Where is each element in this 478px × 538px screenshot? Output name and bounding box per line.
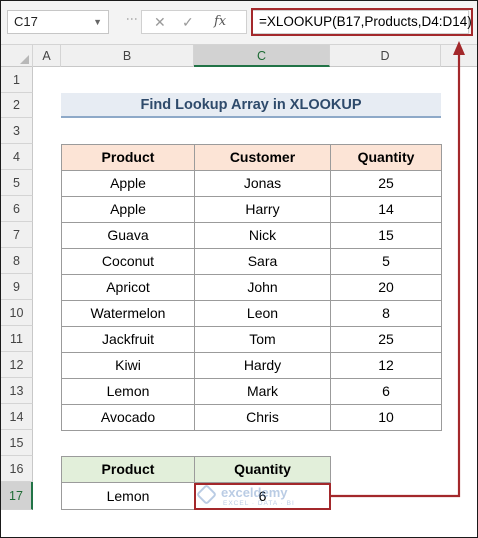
name-box[interactable]: C17 ▼ <box>7 10 109 34</box>
row-header-1[interactable]: 1 <box>1 67 33 93</box>
table-cell-quantity[interactable]: 20 <box>330 274 442 301</box>
lookup-product-cell[interactable]: Lemon <box>61 482 195 510</box>
table-cell-customer[interactable]: Mark <box>194 378 331 405</box>
row-header-13[interactable]: 13 <box>1 378 33 404</box>
table-cell-customer[interactable]: Tom <box>194 326 331 353</box>
row-header-12[interactable]: 12 <box>1 352 33 378</box>
formula-bar: C17 ▼ ⋮ ✕ ✓ fx =XLOOKUP(B17,Products,D4:… <box>1 1 477 45</box>
table-cell-product[interactable]: Coconut <box>61 248 195 275</box>
table-cell-customer[interactable]: Jonas <box>194 170 331 197</box>
column-header-c[interactable]: C <box>194 45 330 67</box>
row-header-2[interactable]: 2 <box>1 93 33 118</box>
cancel-icon[interactable]: ✕ <box>154 11 166 33</box>
lookup-header-quantity[interactable]: Quantity <box>194 456 331 483</box>
table-cell-customer[interactable]: Sara <box>194 248 331 275</box>
table-cell-quantity[interactable]: 25 <box>330 170 442 197</box>
formula-buttons: ✕ ✓ fx <box>141 10 247 34</box>
table-cell-product[interactable]: Kiwi <box>61 352 195 379</box>
row-header-9[interactable]: 9 <box>1 274 33 300</box>
column-header-b[interactable]: B <box>61 45 194 67</box>
select-all-button[interactable] <box>1 45 33 67</box>
table-cell-customer[interactable]: Hardy <box>194 352 331 379</box>
row-header-11[interactable]: 11 <box>1 326 33 352</box>
selected-cell-highlight <box>194 483 331 510</box>
table-cell-product[interactable]: Lemon <box>61 378 195 405</box>
row-header-4[interactable]: 4 <box>1 144 33 170</box>
row-header-16[interactable]: 16 <box>1 456 33 482</box>
row-header-15[interactable]: 15 <box>1 430 33 456</box>
table-cell-customer[interactable]: Nick <box>194 222 331 249</box>
table-cell-product[interactable]: Apricot <box>61 274 195 301</box>
row-header-10[interactable]: 10 <box>1 300 33 326</box>
table-cell-customer[interactable]: John <box>194 274 331 301</box>
row-header-8[interactable]: 8 <box>1 248 33 274</box>
row-header-7[interactable]: 7 <box>1 222 33 248</box>
spreadsheet-window: C17 ▼ ⋮ ✕ ✓ fx =XLOOKUP(B17,Products,D4:… <box>0 0 478 538</box>
table-cell-quantity[interactable]: 12 <box>330 352 442 379</box>
row-header-6[interactable]: 6 <box>1 196 33 222</box>
table-cell-quantity[interactable]: 10 <box>330 404 442 431</box>
table-cell-quantity[interactable]: 5 <box>330 248 442 275</box>
table-cell-product[interactable]: Watermelon <box>61 300 195 327</box>
enter-icon[interactable]: ✓ <box>182 11 194 33</box>
name-box-value: C17 <box>14 14 38 29</box>
row-header-3[interactable]: 3 <box>1 118 33 144</box>
table-cell-product[interactable]: Avocado <box>61 404 195 431</box>
row-header-17[interactable]: 17 <box>1 482 33 510</box>
table-cell-product[interactable]: Apple <box>61 196 195 223</box>
column-headers: A B C D <box>1 45 477 67</box>
table-cell-product[interactable]: Guava <box>61 222 195 249</box>
table-cell-product[interactable]: Jackfruit <box>61 326 195 353</box>
table-header-quantity[interactable]: Quantity <box>330 144 442 171</box>
sheet-title[interactable]: Find Lookup Array in XLOOKUP <box>61 93 441 118</box>
table-cell-customer[interactable]: Leon <box>194 300 331 327</box>
column-header-a[interactable]: A <box>33 45 61 67</box>
table-cell-product[interactable]: Apple <box>61 170 195 197</box>
table-cell-quantity[interactable]: 25 <box>330 326 442 353</box>
table-cell-quantity[interactable]: 15 <box>330 222 442 249</box>
column-header-d[interactable]: D <box>330 45 441 67</box>
lookup-header-product[interactable]: Product <box>61 456 195 483</box>
table-cell-quantity[interactable]: 14 <box>330 196 442 223</box>
table-cell-quantity[interactable]: 8 <box>330 300 442 327</box>
insert-function-icon[interactable]: fx <box>214 11 226 33</box>
more-options-icon[interactable]: ⋮ <box>123 13 141 24</box>
table-cell-customer[interactable]: Chris <box>194 404 331 431</box>
row-header-14[interactable]: 14 <box>1 404 33 430</box>
formula-highlight-box <box>251 8 473 36</box>
table-header-product[interactable]: Product <box>61 144 195 171</box>
select-all-triangle-icon <box>20 55 29 64</box>
table-header-customer[interactable]: Customer <box>194 144 331 171</box>
table-cell-customer[interactable]: Harry <box>194 196 331 223</box>
row-header-5[interactable]: 5 <box>1 170 33 196</box>
table-cell-quantity[interactable]: 6 <box>330 378 442 405</box>
chevron-down-icon[interactable]: ▼ <box>93 11 102 33</box>
